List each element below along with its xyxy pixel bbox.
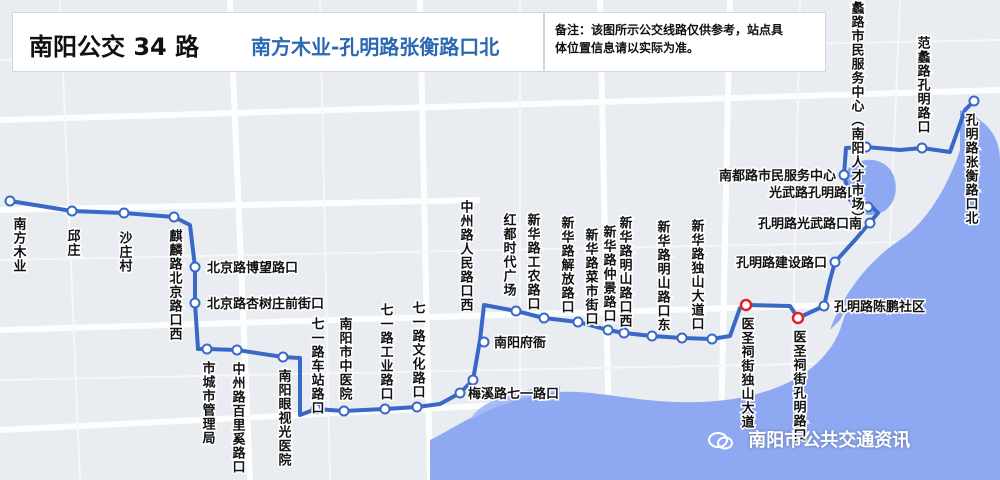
stop-marker — [467, 374, 479, 386]
stop-marker — [478, 336, 490, 348]
wechat-icon — [708, 432, 733, 450]
stop-marker — [454, 387, 466, 399]
stop-label: 范蠡路孔明路口 — [915, 35, 931, 134]
stop-label: 南阳府衙 — [494, 335, 546, 351]
route-subtitle: 南方木业-孔明路张衡路口北 — [251, 35, 500, 59]
stop-label: 光武路孔明路口 — [768, 185, 860, 201]
stop-label: 南方木业 — [11, 216, 28, 273]
stop-marker — [66, 205, 78, 217]
stop-marker — [189, 261, 201, 273]
disclaimer-note: 备注：该图所示公交线路仅供参考，站点具 体位置信息请以实际为准。 — [544, 12, 826, 72]
route-map: 南方木业 邱庄 沙庄村 麒麟路北京路口西 北京路博望路口北京路杏树庄前街口市城市管理局中… — [0, 0, 1000, 480]
stop-marker — [4, 195, 16, 207]
stop-marker — [201, 343, 213, 355]
stop-marker — [411, 401, 423, 413]
stop-label: 孔明路陈鹏社区 — [834, 299, 925, 315]
stop-label: 红都时代广场 — [501, 212, 518, 297]
stop-marker — [791, 311, 805, 325]
stop-label: 中州路人民路口西 — [458, 199, 475, 312]
stop-label: 北京路博望路口 — [207, 260, 298, 276]
stop-label: 南阳市中医院 — [337, 316, 353, 401]
stop-marker — [618, 327, 630, 339]
stop-marker — [916, 142, 928, 154]
stop-marker — [277, 351, 289, 363]
stop-label: 沙庄村 — [117, 231, 133, 273]
watermark: 南阳市公共交通资讯 — [708, 426, 910, 452]
stop-marker — [706, 333, 718, 345]
note-line-1: 备注：该图所示公交线路仅供参考，站点具 — [555, 23, 784, 37]
stop-label: 新华路解放路口 — [559, 215, 576, 314]
stop-label: 新华路菜市街口 — [583, 227, 600, 326]
stop-marker — [168, 211, 180, 223]
stop-label: 范蠡路市民服务中心（南阳人才市场） — [849, 0, 866, 225]
note-line-2: 体位置信息请以实际为准。 — [555, 41, 700, 55]
stop-marker — [338, 405, 350, 417]
stop-marker — [231, 344, 243, 356]
stop-marker — [818, 300, 830, 312]
stop-marker — [379, 403, 391, 415]
stop-label: 孔明路建设路口 — [736, 255, 827, 271]
stop-marker — [739, 298, 753, 312]
stop-label: 七一路工业路口 — [378, 303, 394, 401]
title-panel: 南阳公交 34 路 南方木业-孔明路张衡路口北 — [12, 12, 544, 72]
stop-label: 七一路车站路口 — [309, 317, 325, 415]
stop-label: 市城市管理局 — [200, 360, 216, 445]
route-title: 南阳公交 34 路 — [29, 33, 200, 61]
stop-label: 孔明路光武路口南 — [758, 216, 862, 232]
stop-label: 新华路工农路口 — [525, 212, 542, 311]
stop-label: 医圣祠街独山大道 — [739, 317, 756, 429]
stop-marker — [838, 169, 850, 181]
stop-marker — [646, 330, 658, 342]
stop-label: 南都路市民服务中心 — [719, 168, 836, 184]
stop-marker — [968, 95, 980, 107]
stop-marker — [572, 316, 584, 328]
stop-label: 邱庄 — [65, 229, 81, 257]
stop-marker — [862, 201, 874, 213]
stop-marker — [538, 312, 550, 324]
stop-label: 新华路独山大道口 — [689, 218, 705, 331]
stop-label: 新华路明山路口西 — [617, 215, 633, 328]
stop-marker — [118, 207, 130, 219]
watermark-text: 南阳市公共交通资讯 — [748, 430, 911, 451]
stop-label: 新华路仲景路口 — [601, 224, 617, 323]
stop-label: 北京路杏树庄前街口 — [207, 296, 324, 312]
stop-marker — [829, 256, 841, 268]
stop-marker — [602, 324, 614, 336]
stop-label: 中州路百里奚路口 — [230, 361, 247, 474]
stop-marker — [510, 305, 522, 317]
stop-label: 孔明路张衡路口北 — [963, 113, 979, 225]
stop-label: 麒麟路北京路口西 — [167, 228, 183, 341]
stop-marker — [676, 332, 688, 344]
stop-label: 七一路文化路口 — [410, 301, 426, 399]
stop-marker — [189, 297, 201, 309]
stop-marker — [864, 217, 876, 229]
stop-label: 新华路明山路口东 — [655, 219, 671, 332]
stop-label: 梅溪路七一路口 — [468, 386, 559, 402]
stop-label: 南阳眼视光医院 — [276, 368, 293, 467]
